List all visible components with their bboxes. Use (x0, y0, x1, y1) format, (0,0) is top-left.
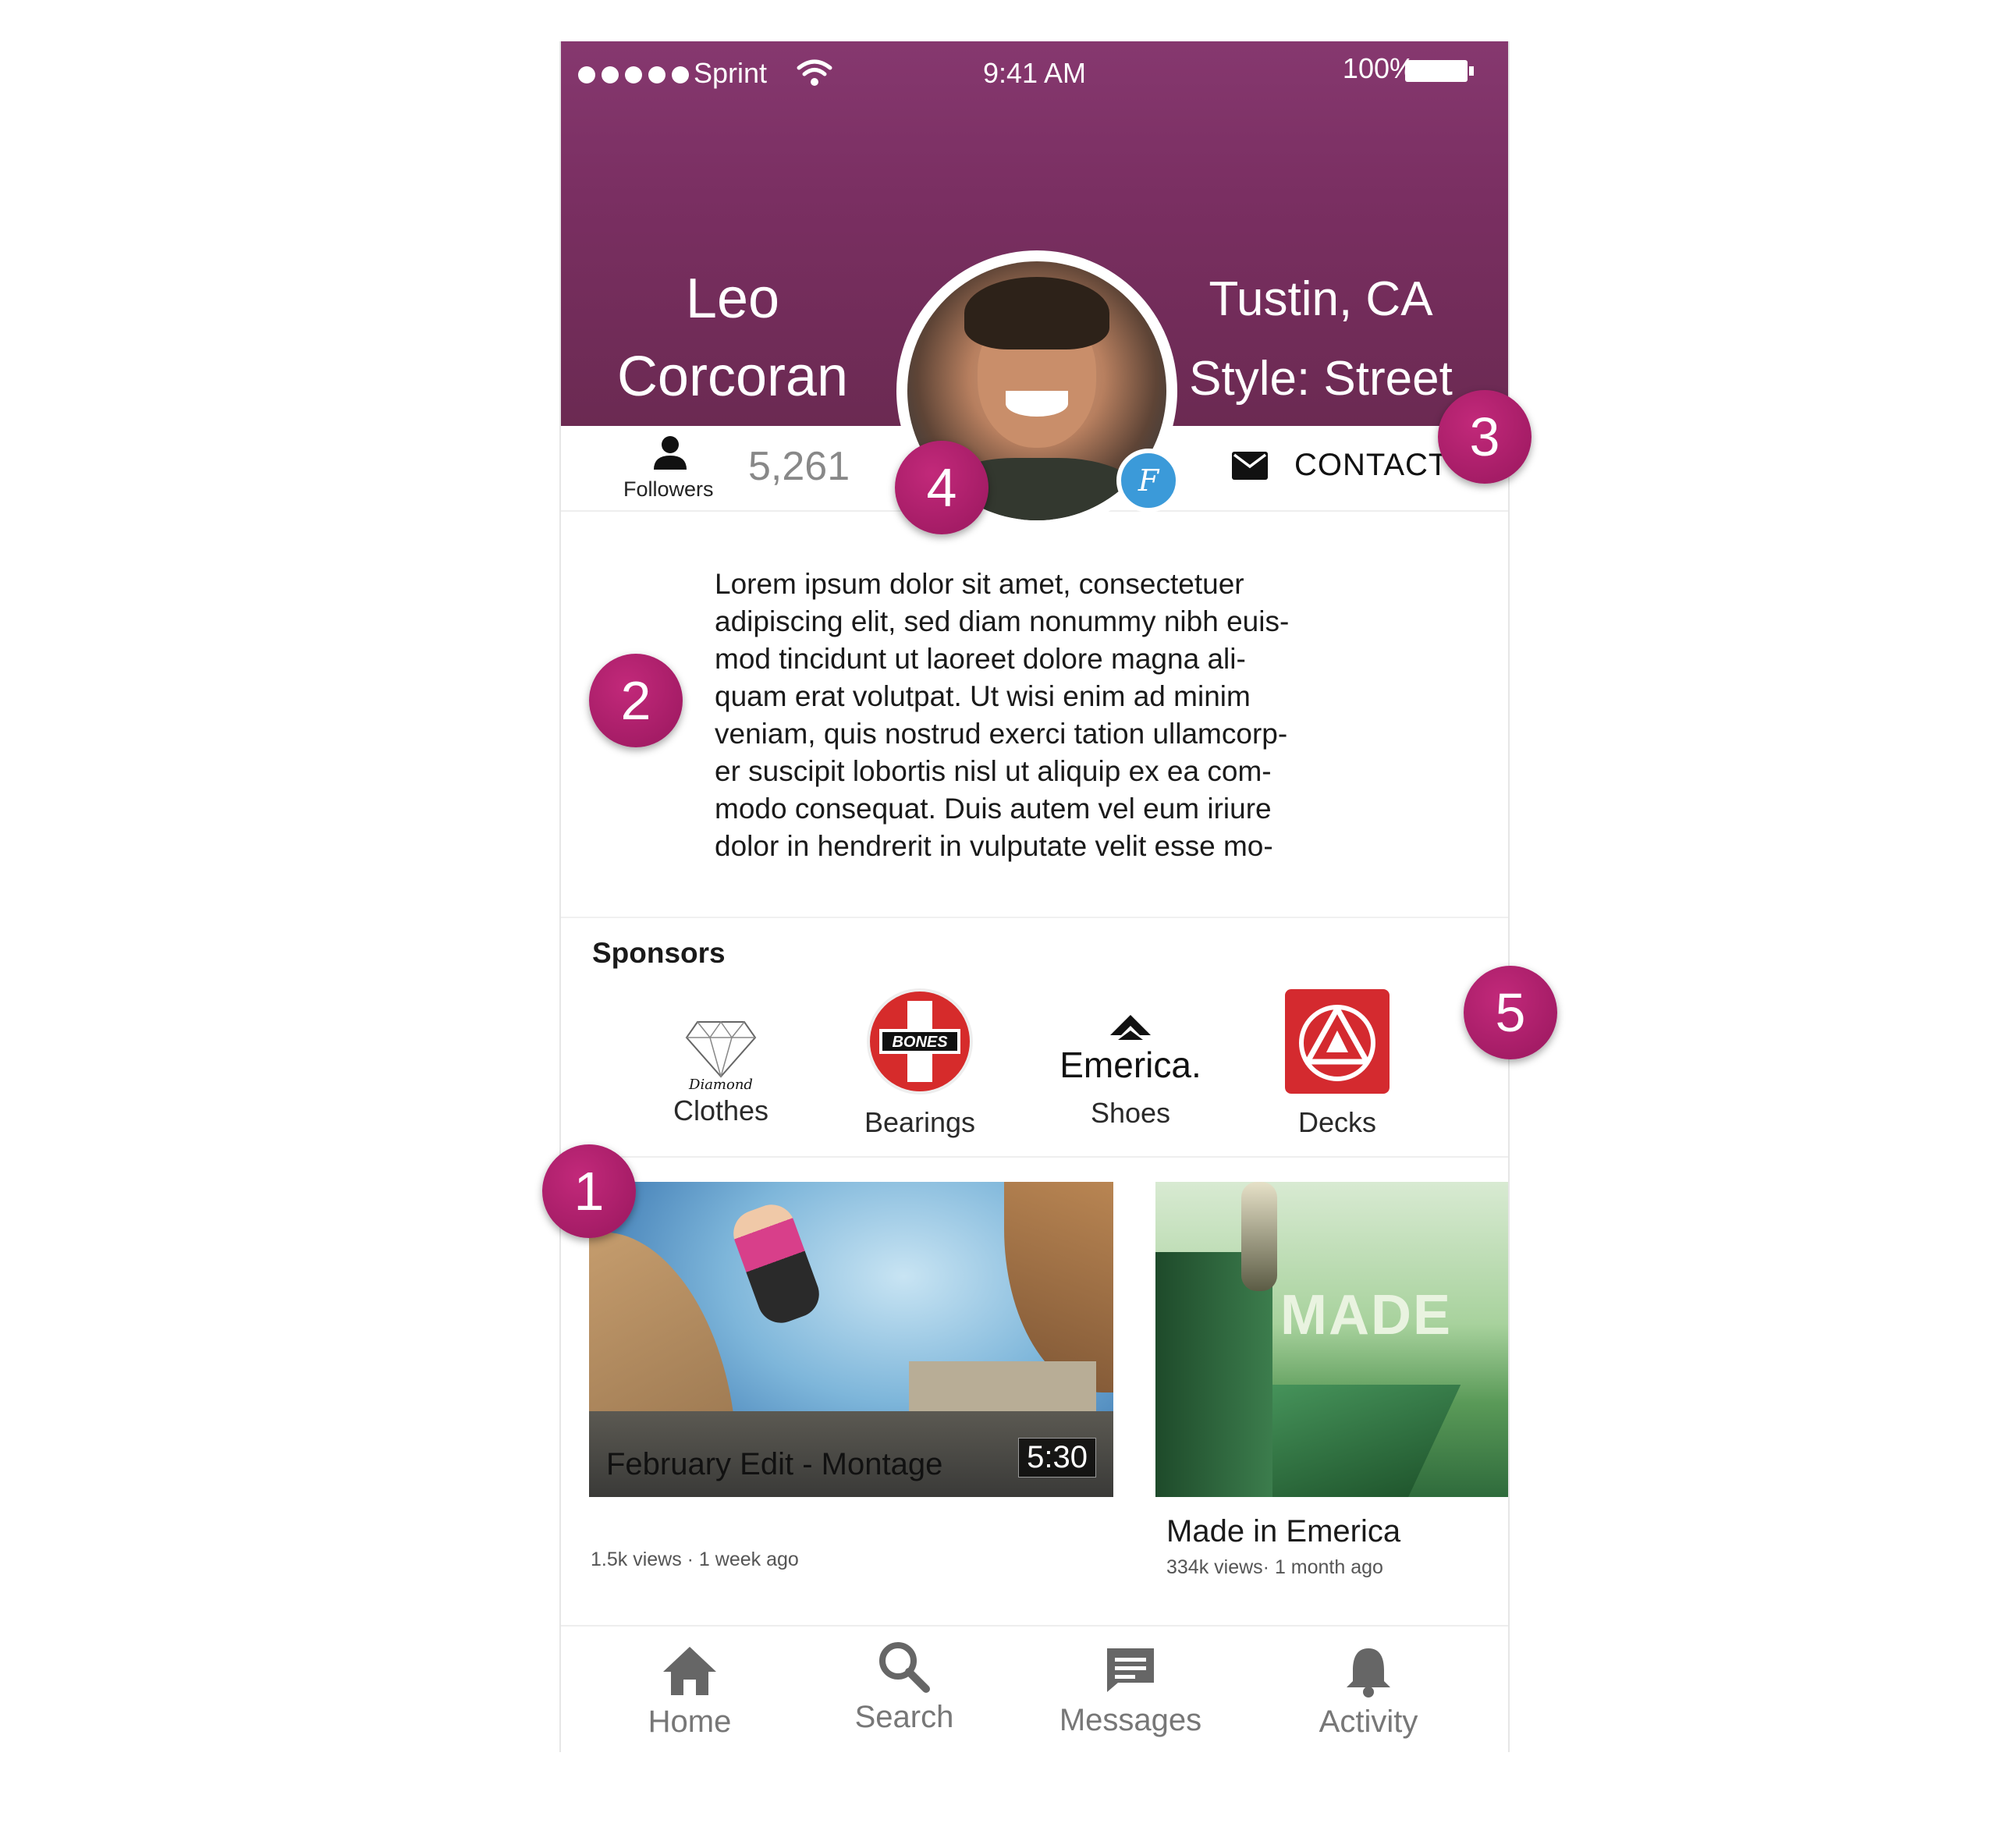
status-bar: Sprint 9:41 AM 100% (561, 41, 1508, 104)
video-duration: 5:30 (1018, 1438, 1096, 1478)
video-thumbnail[interactable]: February Edit - Montage 5:30 (589, 1182, 1113, 1497)
sponsor-bearings[interactable]: BONES Bearings (846, 987, 994, 1139)
last-name: Corcoran (616, 346, 849, 408)
followers-count[interactable]: 5,261 (748, 443, 850, 490)
bottom-tab-bar: Home Search Messages Activity (561, 1625, 1508, 1754)
verified-badge-icon[interactable]: F (1116, 449, 1180, 513)
sponsors-title: Sponsors (592, 937, 726, 969)
video-title: February Edit - Montage (606, 1447, 943, 1481)
tab-label: Search (854, 1700, 954, 1734)
sponsor-label: Decks (1297, 1106, 1377, 1138)
video-thumbnail[interactable]: MADE (1155, 1182, 1508, 1497)
bell-icon (1347, 1648, 1390, 1698)
profile-name: Leo Corcoran (577, 260, 889, 416)
decks-logo (1285, 989, 1390, 1094)
first-name: Leo (685, 268, 780, 330)
battery-percent: 100% (1342, 52, 1414, 84)
profile-bio: Lorem ipsum dolor sit amet, consectetuer… (715, 568, 1290, 862)
mail-icon (1232, 451, 1268, 480)
home-icon (663, 1647, 716, 1695)
tab-messages[interactable]: Messages (1037, 1627, 1224, 1754)
divider (561, 1156, 1508, 1158)
contact-button[interactable]: CONTACT (1232, 448, 1448, 483)
divider (561, 917, 1508, 918)
annotation-marker-2: 2 (589, 654, 683, 747)
sponsor-clothes[interactable]: Diamond Clothes (647, 1013, 795, 1127)
tab-activity[interactable]: Activity (1275, 1627, 1462, 1754)
bones-logo: BONES (867, 988, 973, 1094)
contact-label: CONTACT (1294, 448, 1449, 482)
profile-screen: Sprint 9:41 AM 100% Leo Corcoran Tustin,… (559, 41, 1510, 1754)
sponsor-label: Clothes (673, 1094, 769, 1126)
diamond-icon: Diamond (685, 1020, 757, 1093)
svg-text:Emerica.: Emerica. (1059, 1045, 1201, 1085)
video-meta: 1.5k views · 1 week ago (591, 1549, 799, 1570)
svg-text:Diamond: Diamond (688, 1077, 753, 1091)
followers-label[interactable]: Followers (623, 477, 714, 502)
tab-search[interactable]: Search (811, 1627, 998, 1754)
sponsor-label: Shoes (1090, 1097, 1171, 1129)
tab-label: Home (648, 1705, 732, 1739)
person-icon (654, 436, 687, 470)
svg-text:BONES: BONES (892, 1034, 948, 1051)
annotation-marker-3: 3 (1438, 390, 1532, 484)
sponsor-decks[interactable]: Decks (1271, 987, 1404, 1139)
profile-location: Tustin, CA (1209, 272, 1433, 326)
tab-label: Messages (1059, 1703, 1202, 1737)
annotation-marker-4: 4 (895, 441, 988, 534)
sponsor-label: Bearings (864, 1106, 976, 1138)
video-title[interactable]: Made in Emerica (1166, 1514, 1400, 1549)
profile-location-block: Tustin, CA Style: Street (1165, 260, 1477, 419)
message-icon (1107, 1648, 1154, 1692)
tab-home[interactable]: Home (596, 1627, 783, 1754)
video-thumb-text: MADE (1280, 1284, 1452, 1346)
emerica-logo: Emerica. (1059, 1015, 1201, 1085)
annotation-marker-5: 5 (1464, 966, 1557, 1059)
search-icon (879, 1642, 930, 1693)
sponsor-shoes[interactable]: Emerica. Shoes (1052, 1007, 1209, 1130)
profile-style: Style: Street (1189, 352, 1453, 406)
tab-label: Activity (1319, 1705, 1418, 1739)
battery-icon (1405, 60, 1474, 82)
annotation-marker-1: 1 (542, 1144, 636, 1238)
video-meta: 334k views· 1 month ago (1166, 1556, 1383, 1578)
